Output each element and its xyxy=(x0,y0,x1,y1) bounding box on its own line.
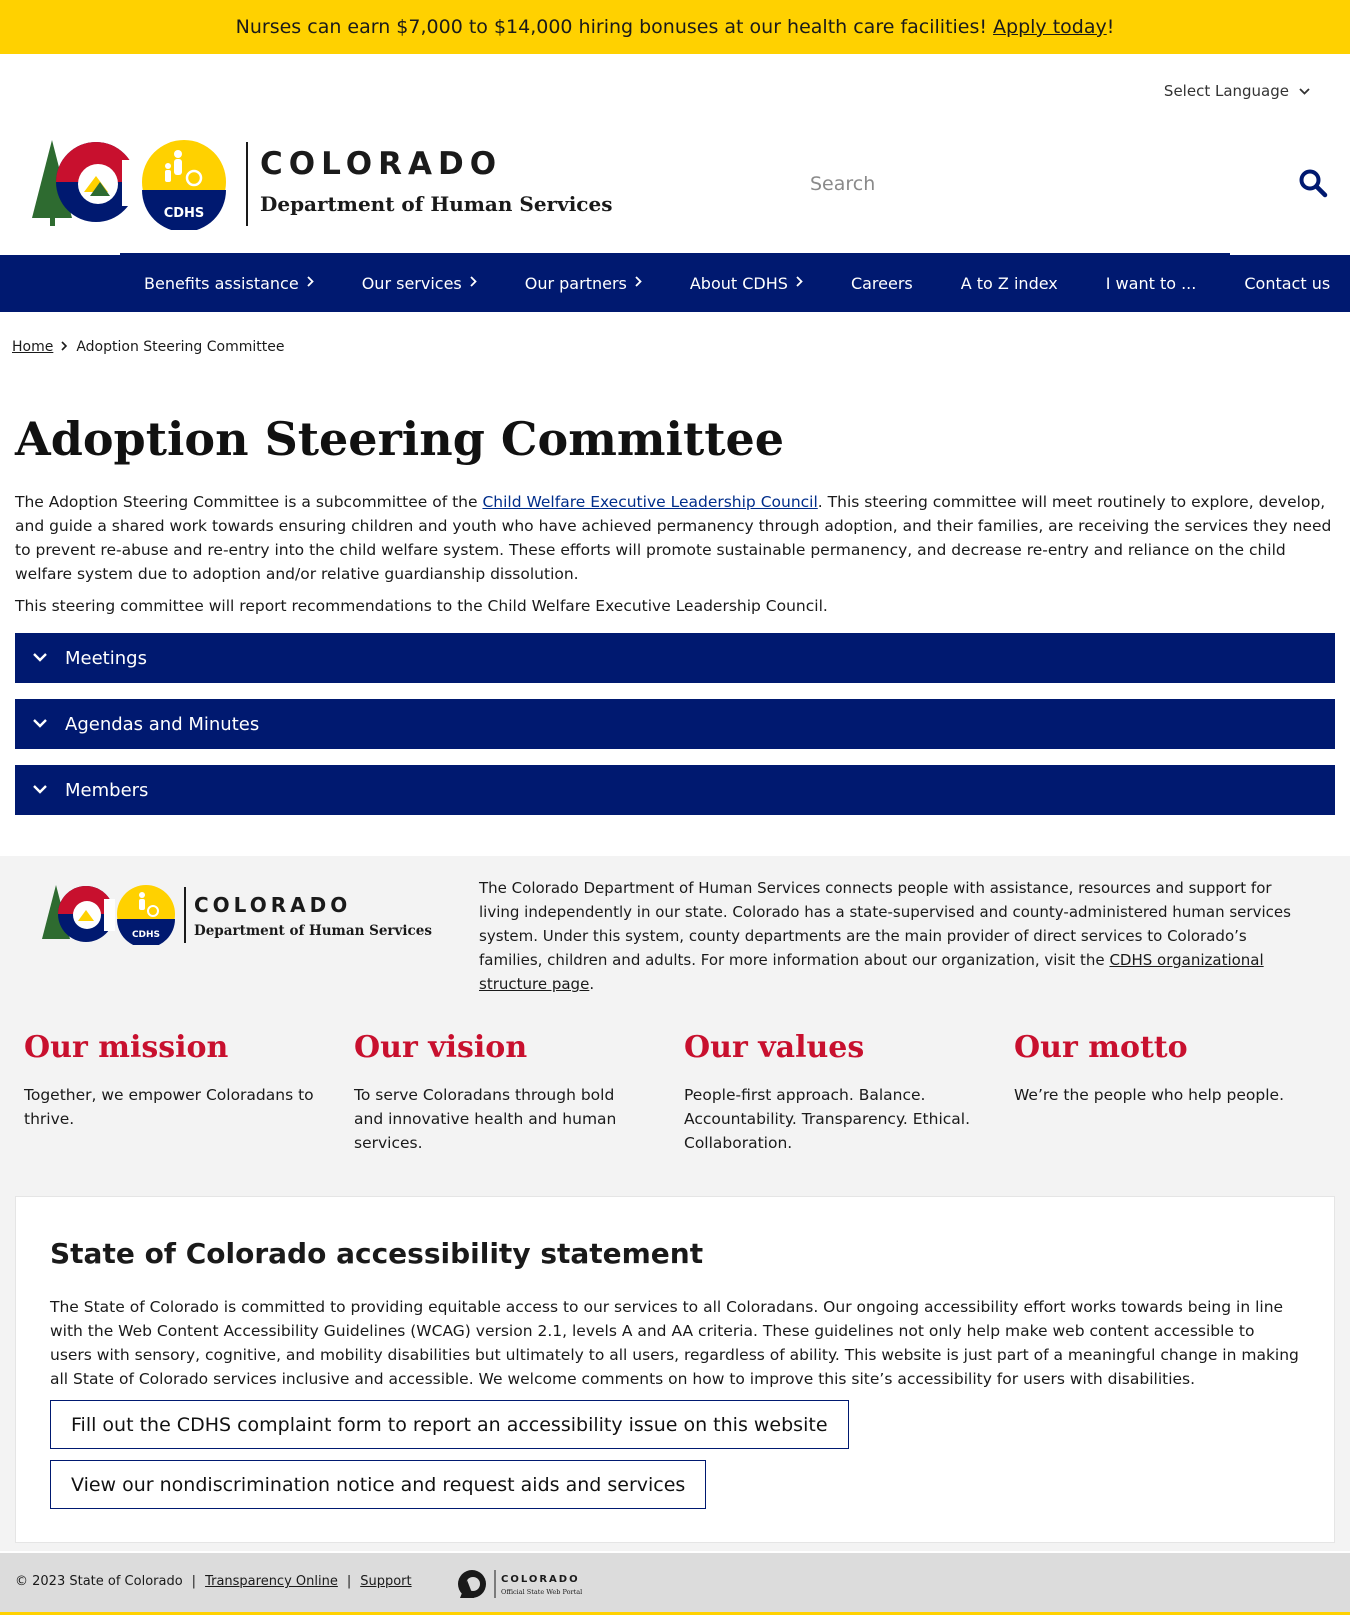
logo-subtitle: Department of Human Services xyxy=(260,192,613,216)
nav-item[interactable]: Our services xyxy=(362,274,477,293)
nav-item[interactable]: Our partners xyxy=(525,274,642,293)
pillar-title: Our mission xyxy=(24,1030,229,1065)
accordion-members[interactable]: Members xyxy=(15,765,1335,815)
chevron-right-icon xyxy=(470,276,477,291)
chevron-down-icon xyxy=(15,716,65,732)
accordion-label: Agendas and Minutes xyxy=(65,713,260,735)
accordion-agendas[interactable]: Agendas and Minutes xyxy=(15,699,1335,749)
hiring-banner: Nurses can earn $7,000 to $14,000 hiring… xyxy=(0,0,1350,54)
support-link[interactable]: Support xyxy=(360,1574,411,1589)
nav-item[interactable]: Careers xyxy=(851,274,913,293)
search-icon[interactable] xyxy=(1298,168,1330,200)
search-bar xyxy=(810,164,1330,204)
accessibility-title: State of Colorado accessibility statemen… xyxy=(50,1237,704,1270)
pillar-mission: Our mission Together, we empower Colorad… xyxy=(24,1030,314,1131)
separator: | xyxy=(191,1574,197,1589)
pillar-text: People-first approach. Balance. Accounta… xyxy=(684,1086,971,1152)
colorado-c-logo-icon: CDHS xyxy=(42,885,175,948)
breadcrumb-home-link[interactable]: Home xyxy=(12,339,53,355)
pillar-text: We’re the people who help people. xyxy=(1014,1086,1285,1104)
footer-description: The Colorado Department of Human Service… xyxy=(479,876,1309,996)
footer-logo[interactable]: CDHS COLORADO Department of Human Servic… xyxy=(40,885,440,948)
banner-punct: ! xyxy=(1106,16,1115,38)
cdhs-logo[interactable]: CDHS COLORADO Department of Human Servic… xyxy=(28,140,618,232)
logo-divider xyxy=(184,887,186,943)
search-input[interactable] xyxy=(810,173,1250,195)
nondiscrimination-button[interactable]: View our nondiscrimination notice and re… xyxy=(50,1460,707,1509)
accessibility-statement: State of Colorado accessibility statemen… xyxy=(15,1196,1335,1543)
transparency-online-link[interactable]: Transparency Online xyxy=(205,1574,338,1589)
nav-item-label: A to Z index xyxy=(960,274,1058,293)
complaint-form-button[interactable]: Fill out the CDHS complaint form to repo… xyxy=(50,1400,849,1449)
footer-logo-subtitle: Department of Human Services xyxy=(194,923,432,939)
accordion-label: Meetings xyxy=(65,647,147,669)
breadcrumb: Home Adoption Steering Committee xyxy=(12,339,284,355)
chevron-down-icon xyxy=(15,782,65,798)
pillar-values: Our values People-first approach. Balanc… xyxy=(684,1030,974,1155)
bottom-links: © 2023 State of Colorado | Transparency … xyxy=(15,1574,412,1589)
nav-item-label: Benefits assistance xyxy=(144,274,299,293)
logo-divider xyxy=(246,142,248,226)
pillar-text: Together, we empower Coloradans to thriv… xyxy=(24,1086,314,1128)
nav-list: Benefits assistance Our services Our partn… xyxy=(144,255,1330,312)
copyright: © 2023 State of Colorado xyxy=(15,1574,183,1589)
accordion-meetings[interactable]: Meetings xyxy=(15,633,1335,683)
nav-item-label: Our services xyxy=(361,274,462,293)
apply-today-link[interactable]: Apply today xyxy=(993,16,1107,38)
accessibility-text: The State of Colorado is committed to pr… xyxy=(50,1298,1299,1388)
intro-paragraph: The Adoption Steering Committee is a sub… xyxy=(15,490,1335,586)
svg-text:CDHS: CDHS xyxy=(164,206,205,221)
pillar-vision: Our vision To serve Coloradans through b… xyxy=(354,1030,644,1155)
logo-title: COLORADO xyxy=(260,146,503,182)
chevron-right-icon xyxy=(61,339,68,355)
nav-item[interactable]: Contact us xyxy=(1244,274,1330,293)
chevron-down-icon xyxy=(15,650,65,666)
language-select[interactable]: Select Language xyxy=(1164,82,1310,100)
nav-item[interactable]: I want to ... xyxy=(1106,274,1197,293)
pillar-text: To serve Coloradans through bold and inn… xyxy=(354,1086,617,1152)
bottom-bar: © 2023 State of Colorado | Transparency … xyxy=(0,1553,1350,1615)
nav-item[interactable]: A to Z index xyxy=(961,274,1058,293)
separator: | xyxy=(346,1574,352,1589)
svg-text:Official State Web Portal: Official State Web Portal xyxy=(501,1588,582,1596)
banner-text: Nurses can earn $7,000 to $14,000 hiring… xyxy=(235,16,988,38)
page-title: Adoption Steering Committee xyxy=(15,412,785,466)
nav-item-label: Our partners xyxy=(524,274,627,293)
footer-description-end: . xyxy=(589,975,595,993)
state-portal-logo-icon[interactable]: COLORADO Official State Web Portal xyxy=(455,1568,605,1600)
pillar-title: Our motto xyxy=(1014,1030,1188,1065)
svg-text:COLORADO: COLORADO xyxy=(501,1574,580,1585)
intro-paragraph-2: This steering committee will report reco… xyxy=(15,597,828,615)
nav-item-label: I want to ... xyxy=(1105,274,1197,293)
chevron-right-icon xyxy=(796,276,803,291)
main-nav: Benefits assistance Our services Our partn… xyxy=(0,255,1350,312)
nav-item[interactable]: Benefits assistance xyxy=(144,274,314,293)
chevron-down-icon xyxy=(1299,85,1310,98)
pillar-motto: Our motto We’re the people who help peop… xyxy=(1014,1030,1304,1107)
svg-text:CDHS: CDHS xyxy=(132,930,160,940)
accordion-label: Members xyxy=(65,779,149,801)
chevron-right-icon xyxy=(307,276,314,291)
pillar-title: Our values xyxy=(684,1030,865,1065)
nav-item[interactable]: About CDHS xyxy=(690,274,803,293)
breadcrumb-current: Adoption Steering Committee xyxy=(76,339,285,355)
pillar-title: Our vision xyxy=(354,1030,528,1065)
footer-logo-title: COLORADO xyxy=(194,893,352,917)
intro-text-before: The Adoption Steering Committee is a sub… xyxy=(15,493,483,511)
cwelc-link[interactable]: Child Welfare Executive Leadership Counc… xyxy=(482,493,817,511)
chevron-right-icon xyxy=(635,276,642,291)
nav-item-label: Contact us xyxy=(1244,274,1331,293)
language-label: Select Language xyxy=(1163,82,1289,100)
nav-item-label: About CDHS xyxy=(689,274,788,293)
colorado-c-logo-icon: CDHS xyxy=(32,140,226,232)
nav-item-label: Careers xyxy=(850,274,913,293)
